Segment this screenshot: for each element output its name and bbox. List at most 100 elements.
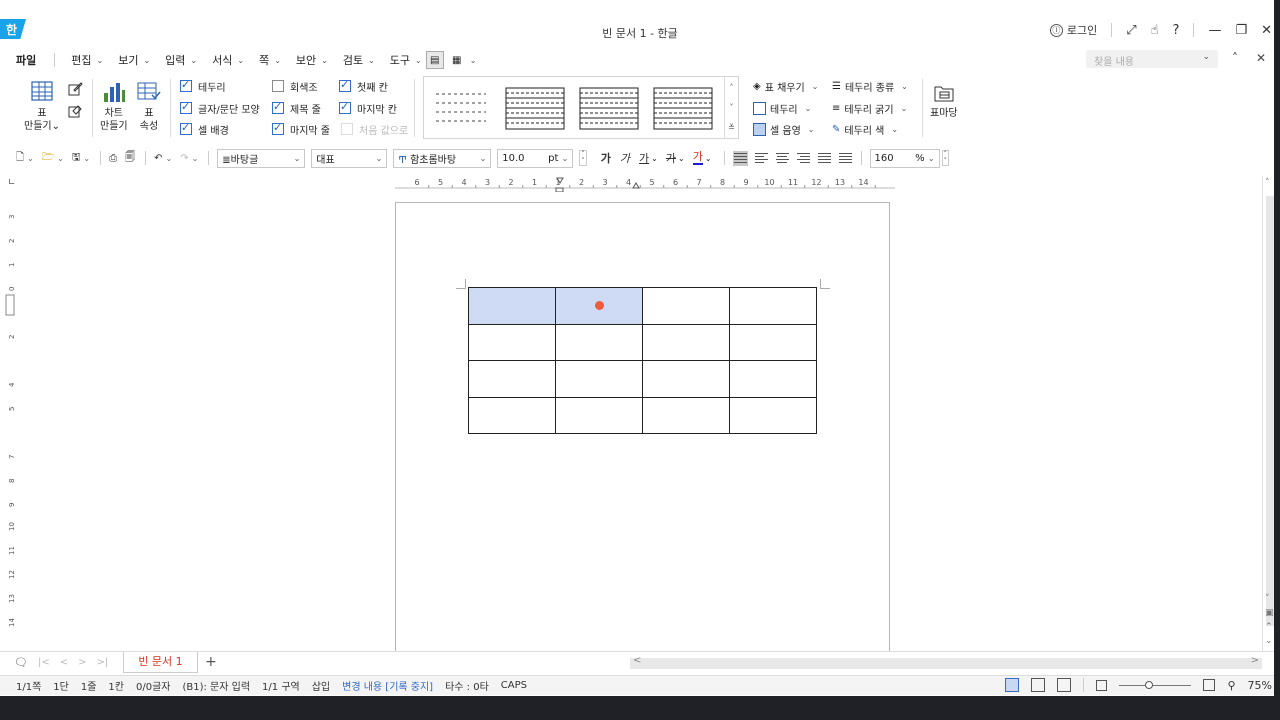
help-icon[interactable]: ? (1173, 23, 1180, 38)
table-cell[interactable] (729, 360, 817, 398)
table-design-tab-icon[interactable]: ▤ (425, 51, 444, 69)
redo-button[interactable]: ↷ ⌄ (180, 153, 198, 164)
align-distribute-button[interactable] (817, 151, 832, 166)
prev-page-icon[interactable]: ⌃ (1265, 622, 1273, 632)
table-cell[interactable] (729, 323, 817, 361)
checkbox[interactable] (272, 100, 284, 114)
status-track-changes[interactable]: 변경 내용 [기록 중지] (342, 678, 433, 693)
next-page-icon[interactable]: ⌄ (1265, 636, 1273, 646)
font-size-input[interactable]: 10.0 pt ⌄ (497, 148, 574, 168)
scroll-right-icon[interactable]: > (1251, 655, 1259, 666)
scroll-down-icon[interactable]: ˅ (1265, 594, 1270, 604)
step-down-icon[interactable]: ˅ (944, 158, 948, 165)
table-cell[interactable] (468, 323, 556, 361)
menu-format[interactable]: 서식 ⌄ (212, 52, 244, 68)
table-yard-button[interactable]: 표마당 (930, 83, 958, 120)
border-color-button[interactable]: ✎ 테두리 색 ⌄ (832, 122, 898, 137)
status-zoom[interactable]: 75% (1248, 679, 1272, 692)
table-cell-d1[interactable] (729, 287, 817, 325)
horizontal-ruler[interactable]: 6 5 4 3 2 1 1 2 3 4 5 6 7 8 9 10 11 12 13 14 (395, 176, 900, 192)
table-properties-button[interactable]: 표 속성 (137, 81, 161, 133)
table-cell-b1[interactable] (555, 287, 643, 325)
zoom-out-icon[interactable] (1096, 679, 1108, 691)
open-button[interactable]: 🗁 ⌄ (42, 150, 64, 167)
table-layout-tab-icon[interactable]: ▦ (447, 51, 466, 69)
undo-button[interactable]: ↶ ⌄ (154, 153, 172, 164)
align-justify-button[interactable] (732, 150, 748, 166)
checkbox[interactable] (180, 78, 192, 92)
scroll-up-icon[interactable]: ˄ (1265, 178, 1270, 188)
minimize-button[interactable]: — (1208, 23, 1221, 38)
check-last-column[interactable]: 마지막 칸 (339, 100, 397, 116)
table-cell[interactable] (468, 396, 556, 434)
border-button[interactable]: 테두리 ⌄ (753, 101, 811, 116)
make-table-button[interactable]: 표 만들기⌄ (24, 81, 60, 133)
check-char-para-style[interactable]: 글자/문단 모양 (180, 100, 260, 116)
page-view-icon[interactable] (1005, 678, 1020, 692)
print-button[interactable]: ⎙ (109, 153, 117, 164)
table-fill-button[interactable]: ◈ 표 채우기 ⌄ (753, 79, 818, 94)
cell-shade-button[interactable]: 셀 음영 ⌄ (753, 122, 814, 137)
check-last-row[interactable]: 마지막 줄 (272, 121, 330, 137)
next-tab-icon[interactable]: > (78, 657, 86, 668)
chevron-down-icon[interactable]: ⌄ (651, 154, 658, 163)
style-select[interactable]: ≣바탕글 ⌄ (217, 148, 306, 168)
align-left-button[interactable] (754, 151, 769, 166)
collapse-ribbon-icon[interactable]: ˄ (1232, 51, 1238, 65)
page-nav-icon[interactable]: ▣ (1265, 608, 1274, 618)
menu-tools[interactable]: 도구 ⌄ (390, 52, 422, 68)
new-doc-button[interactable]: 🗋 ⌄ (16, 150, 34, 167)
checkbox[interactable] (339, 100, 351, 114)
font-color-button[interactable]: 가 (692, 151, 703, 165)
checkbox[interactable] (180, 100, 192, 114)
check-header-row[interactable]: 제목 줄 (272, 100, 321, 116)
tab-document-1[interactable]: 빈 문서 1 (123, 652, 198, 673)
add-tab-button[interactable]: + (205, 654, 217, 670)
check-cell-background[interactable]: 셀 배경 (180, 121, 229, 137)
table-cell-a1[interactable] (468, 287, 556, 325)
close-button[interactable]: ✕ (1261, 23, 1272, 38)
save-button[interactable]: 🖫 ⌄ (72, 150, 90, 167)
align-center-button[interactable] (775, 151, 790, 166)
checkbox[interactable] (272, 121, 284, 135)
table-erase-icon[interactable] (68, 103, 83, 121)
full-page-view-icon[interactable] (1057, 678, 1072, 692)
make-chart-button[interactable]: 차트 만들기 (100, 81, 128, 133)
underline-button[interactable]: 가 (639, 150, 649, 166)
ruler-corner-icon[interactable]: ∟ (8, 178, 16, 188)
table-edit-icon[interactable] (68, 81, 83, 99)
status-page[interactable]: 1/1쪽 (16, 678, 41, 693)
menu-edit[interactable]: 편집 ⌄ (71, 52, 103, 68)
table-cell[interactable] (555, 360, 643, 398)
scroll-thumb[interactable] (1266, 196, 1274, 626)
zoom-select[interactable]: 160% ⌄ (869, 148, 940, 168)
bold-button[interactable]: 가 (601, 150, 611, 166)
zoom-slider-knob[interactable] (1145, 680, 1154, 689)
lang-select[interactable]: 대표 ⌄ (311, 148, 388, 168)
fullscreen-icon[interactable]: ⤢ (1126, 23, 1136, 38)
menu-view[interactable]: 보기 ⌄ (118, 52, 150, 68)
font-size-stepper[interactable]: ˄ ˅ (579, 150, 587, 166)
table-cell[interactable] (642, 323, 730, 361)
prev-tab-icon[interactable]: < (60, 657, 68, 668)
check-grayscale[interactable]: 회색조 (272, 78, 318, 94)
scroll-down-icon[interactable]: ˅ (730, 103, 734, 112)
font-select[interactable]: Ͳ 함초롬바탕 ⌄ (393, 148, 492, 168)
border-type-button[interactable]: ☰ 테두리 종류 ⌄ (832, 79, 908, 94)
zoom-stepper[interactable]: ˄ ˅ (941, 150, 950, 166)
touch-mode-icon[interactable]: ☝ (1151, 23, 1159, 38)
menu-page[interactable]: 쪽 ⌄ (259, 52, 281, 68)
menu-security[interactable]: 보안 ⌄ (296, 52, 328, 68)
width-view-icon[interactable] (1031, 678, 1046, 692)
chevron-down-icon[interactable]: ⌄ (678, 154, 685, 163)
document-table[interactable] (468, 287, 817, 434)
italic-button[interactable]: 가 (620, 150, 630, 166)
strike-button[interactable]: 가 (666, 150, 676, 166)
menu-review[interactable]: 검토 ⌄ (343, 52, 375, 68)
checkbox[interactable] (180, 121, 192, 135)
zoom-slider[interactable] (1119, 680, 1192, 689)
gallery-scroll[interactable]: ˄ ˅ ≚ (724, 77, 738, 138)
table-cell[interactable] (555, 323, 643, 361)
table-cell[interactable] (729, 396, 817, 434)
menu-file[interactable]: 파일 (16, 52, 36, 68)
